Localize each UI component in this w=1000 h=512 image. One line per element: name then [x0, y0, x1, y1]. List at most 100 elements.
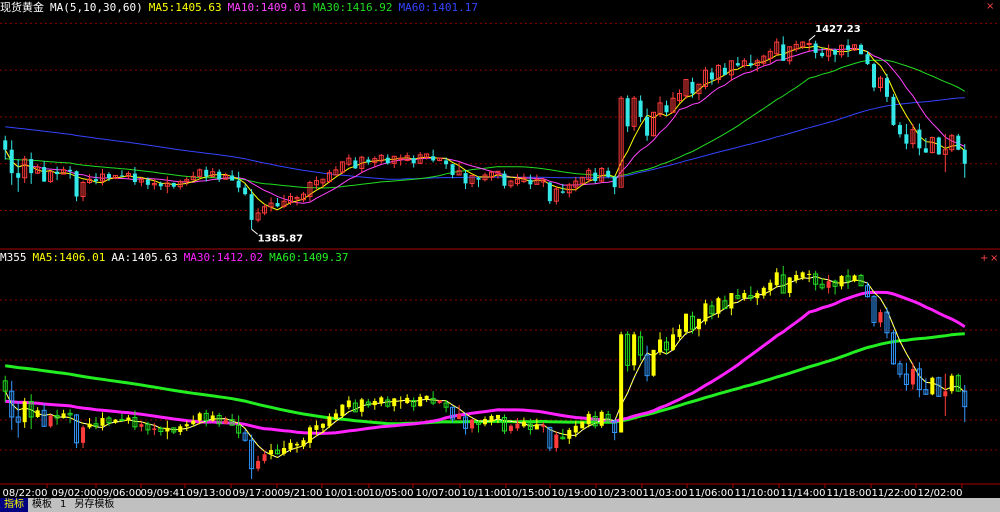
sub-bar	[139, 424, 144, 427]
candle-body	[16, 173, 21, 178]
candle-body	[119, 175, 124, 177]
candle-body	[158, 183, 163, 187]
tab-1[interactable]: 1	[56, 498, 70, 512]
sub-bar	[729, 293, 734, 309]
close-sub-icon[interactable]: ×	[990, 254, 998, 264]
sub-bar	[800, 272, 805, 278]
sub-bar	[359, 399, 364, 412]
ma5-legend: MA5:1405.63	[148, 1, 222, 14]
candle-body	[891, 96, 896, 125]
candle-body	[145, 179, 150, 185]
sub-bar	[774, 272, 779, 286]
candle-body	[217, 171, 222, 180]
candle-body	[171, 182, 176, 187]
sub-bar	[761, 287, 766, 296]
sub-bar	[495, 414, 500, 419]
tab-save-template[interactable]: 另存模板	[70, 498, 118, 512]
candle-body	[398, 157, 404, 160]
sub-ma60-legend: MA60:1409.37	[269, 251, 349, 264]
sub-bar	[262, 454, 267, 461]
sub-bar	[333, 413, 338, 420]
candle-body	[962, 149, 967, 164]
candle-body	[813, 43, 818, 53]
candle-body	[132, 173, 137, 183]
sub-bar	[372, 400, 377, 406]
sub-bar	[949, 375, 954, 392]
sub-bar	[113, 419, 118, 423]
candle-body	[709, 72, 714, 80]
sub-bar	[61, 413, 66, 419]
sub-bar	[81, 427, 86, 443]
sub-bar	[398, 400, 403, 402]
candle-body	[748, 63, 753, 66]
candle-body	[42, 167, 47, 182]
sub-bar	[340, 404, 345, 416]
sub-legend: M355 MA5:1406.01 AA:1405.63 MA30:1412.02 MA6…	[0, 251, 355, 265]
sub-bar	[742, 293, 747, 299]
candle-body	[820, 52, 825, 57]
sub-aa-legend: AA:1405.63	[111, 251, 178, 264]
candle-body	[353, 160, 358, 169]
sub-bar	[580, 421, 585, 429]
sub-bar	[852, 275, 857, 282]
sub-bar	[424, 395, 429, 400]
sub-bar	[346, 400, 351, 408]
annotation-pointer	[808, 34, 816, 41]
close-icon[interactable]: ×	[986, 2, 994, 12]
candle-body	[275, 203, 280, 207]
low-price-label: 1385.87	[258, 233, 304, 244]
sub-bar	[826, 281, 831, 288]
candle-body	[884, 78, 889, 97]
candle-body	[781, 44, 786, 61]
candle-body	[236, 180, 241, 188]
sub-bar	[651, 349, 656, 376]
sub-bar	[269, 450, 274, 455]
sub-bar	[197, 413, 202, 421]
candle-body	[923, 148, 928, 153]
candle-body	[230, 175, 235, 181]
sub-bar	[256, 460, 261, 469]
candle-body	[593, 172, 598, 182]
sub-bar	[768, 282, 773, 291]
sub-bar	[178, 426, 183, 432]
sub-bar	[100, 418, 105, 426]
sub-bar	[755, 293, 760, 299]
candle-body	[859, 44, 864, 55]
candle-body	[249, 194, 254, 220]
tab-template[interactable]: 模板	[28, 498, 56, 512]
candle-body	[55, 171, 60, 175]
sub-bar	[405, 397, 410, 404]
sub-bar	[794, 274, 799, 281]
sub-bar	[521, 421, 526, 427]
candle-body	[93, 179, 99, 182]
sub-bar	[567, 429, 572, 439]
sub-bar	[677, 329, 682, 337]
sub-bar	[807, 273, 812, 275]
candle-body	[9, 149, 14, 174]
sub-bar	[392, 398, 397, 407]
candle-body	[645, 116, 650, 136]
sub-bar	[586, 413, 591, 425]
candle-body	[106, 174, 111, 179]
candle-body	[638, 100, 643, 117]
sub-bar	[288, 442, 293, 450]
candle-body	[917, 129, 922, 149]
plus-icon[interactable]: +	[980, 254, 988, 264]
candle-body	[411, 158, 416, 164]
candle-body	[625, 98, 630, 127]
candle-body	[74, 171, 79, 197]
sub-bar	[787, 277, 792, 294]
sub-bar	[534, 424, 539, 430]
sub-bar	[508, 425, 513, 431]
candle-body	[735, 63, 740, 66]
candle-body	[806, 42, 812, 45]
sub-bar	[470, 419, 475, 429]
ma60-legend: MA60:1401.17	[398, 1, 479, 14]
tab-indicator[interactable]: 指标	[0, 498, 28, 512]
candle-body	[956, 135, 961, 150]
sub-ma5-legend: MA5:1406.01	[32, 251, 106, 264]
candle-body	[560, 191, 565, 193]
sub-bar	[683, 313, 688, 332]
ma30-legend: MA30:1416.92	[313, 1, 393, 14]
ma-def-label: MA(5,10,30,60)	[50, 1, 143, 14]
